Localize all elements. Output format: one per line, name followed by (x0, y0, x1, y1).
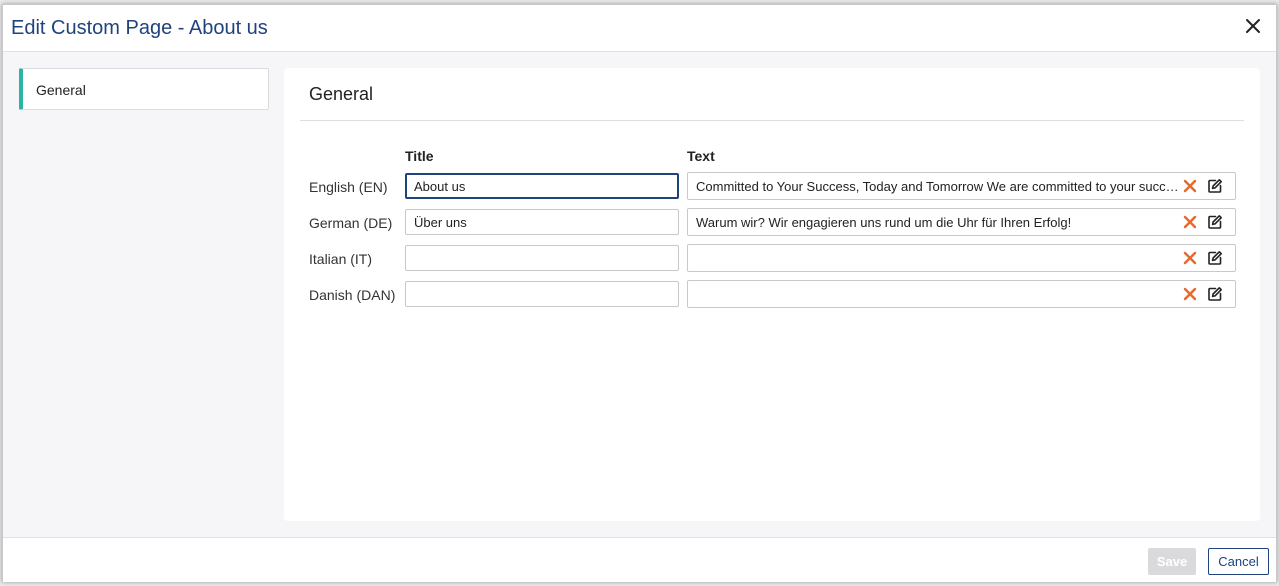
clear-x-icon[interactable] (1183, 287, 1197, 301)
dialog-header: Edit Custom Page - About us (3, 5, 1276, 52)
text-field-it[interactable] (687, 244, 1236, 272)
close-button[interactable] (1242, 15, 1264, 37)
edit-icon[interactable] (1207, 286, 1223, 302)
edit-custom-page-dialog: Edit Custom Page - About us General Gene… (2, 4, 1277, 582)
save-button[interactable]: Save (1148, 548, 1196, 575)
text-field-de[interactable]: Warum wir? Wir engagieren uns rund um di… (687, 208, 1236, 236)
section-divider (300, 120, 1244, 121)
close-icon (1246, 19, 1260, 33)
sidebar-item-general[interactable]: General (19, 68, 269, 110)
cancel-button[interactable]: Cancel (1208, 548, 1269, 575)
language-label-it: Italian (IT) (309, 251, 373, 267)
language-label-de: German (DE) (309, 215, 393, 231)
clear-x-icon[interactable] (1183, 215, 1197, 229)
sidebar-item-label: General (36, 82, 86, 98)
edit-icon[interactable] (1207, 178, 1223, 194)
title-input-en[interactable] (405, 173, 679, 199)
dialog-title: Edit Custom Page - About us (11, 17, 268, 39)
clear-x-icon[interactable] (1183, 251, 1197, 265)
title-column-header: Title (405, 148, 434, 164)
title-input-de[interactable] (405, 209, 679, 235)
text-field-en[interactable]: Committed to Your Success, Today and Tom… (687, 172, 1236, 200)
edit-icon[interactable] (1207, 214, 1223, 230)
language-label-dan: Danish (DAN) (309, 287, 396, 303)
general-panel: General Title Text English (EN) Committe… (284, 68, 1260, 521)
text-value-en: Committed to Your Success, Today and Tom… (696, 179, 1182, 194)
title-input-dan[interactable] (405, 281, 679, 307)
dialog-footer: Save Cancel (3, 537, 1276, 582)
text-value-de: Warum wir? Wir engagieren uns rund um di… (696, 215, 1072, 230)
title-input-it[interactable] (405, 245, 679, 271)
text-field-dan[interactable] (687, 280, 1236, 308)
edit-icon[interactable] (1207, 250, 1223, 266)
section-title: General (309, 84, 374, 104)
language-label-en: English (EN) (309, 179, 388, 195)
text-column-header: Text (687, 148, 715, 164)
clear-x-icon[interactable] (1183, 179, 1197, 193)
